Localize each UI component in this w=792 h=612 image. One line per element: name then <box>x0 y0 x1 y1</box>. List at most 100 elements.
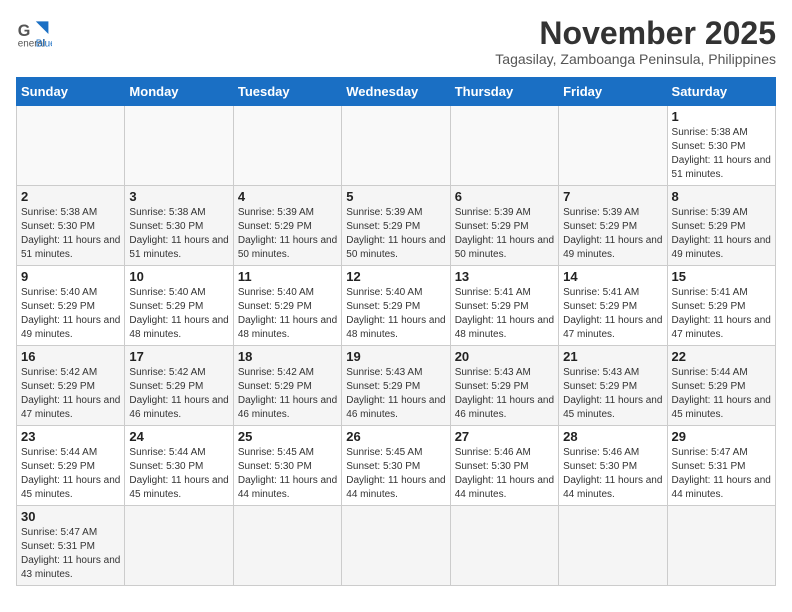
day-cell <box>233 506 341 586</box>
day-cell <box>233 106 341 186</box>
day-cell: 6Sunrise: 5:39 AM Sunset: 5:29 PM Daylig… <box>450 186 558 266</box>
day-info: Sunrise: 5:46 AM Sunset: 5:30 PM Dayligh… <box>455 446 554 502</box>
day-info: Sunrise: 5:43 AM Sunset: 5:29 PM Dayligh… <box>346 366 445 422</box>
header-row: SundayMondayTuesdayWednesdayThursdayFrid… <box>17 78 776 106</box>
day-info: Sunrise: 5:40 AM Sunset: 5:29 PM Dayligh… <box>129 286 228 342</box>
week-row-2: 2 Sunrise: 5:38 AM Sunset: 5:30 PM Daylig… <box>17 186 776 266</box>
day-number: 21 <box>563 349 662 364</box>
day-info: Sunrise: 5:40 AM Sunset: 5:29 PM Dayligh… <box>346 286 445 342</box>
col-header-tuesday: Tuesday <box>233 78 341 106</box>
day-cell <box>342 506 450 586</box>
day-number: 25 <box>238 429 337 444</box>
day-info: Sunrise: 5:42 AM Sunset: 5:29 PM Dayligh… <box>129 366 228 422</box>
day-cell: 2Sunrise: 5:38 AM Sunset: 5:30 PM Daylig… <box>17 186 125 266</box>
day-cell: 9 Sunrise: 5:40 AM Sunset: 5:29 PM Daylig… <box>17 266 125 346</box>
subtitle: Tagasilay, Zamboanga Peninsula, Philippi… <box>495 51 776 67</box>
day-cell: 27 Sunrise: 5:46 AM Sunset: 5:30 PM Dayli… <box>450 426 558 506</box>
day-info: Sunrise: 5:42 AM Sunset: 5:29 PM Dayligh… <box>21 366 120 422</box>
day-number: 4 <box>238 189 337 204</box>
calendar-table: SundayMondayTuesdayWednesdayThursdayFrid… <box>16 77 776 586</box>
day-cell: 28Sunrise: 5:46 AM Sunset: 5:30 PM Dayli… <box>559 426 667 506</box>
day-info: Sunrise: 5:41 AM Sunset: 5:29 PM Dayligh… <box>455 286 554 342</box>
day-info: Sunrise: 5:47 AM Sunset: 5:31 PM Dayligh… <box>672 446 771 502</box>
title-area: November 2025 Tagasilay, Zamboanga Penin… <box>495 16 776 67</box>
day-cell: 13Sunrise: 5:41 AM Sunset: 5:29 PM Dayli… <box>450 266 558 346</box>
day-info: Sunrise: 5:41 AM Sunset: 5:29 PM Dayligh… <box>672 286 771 342</box>
day-cell: 5Sunrise: 5:39 AM Sunset: 5:29 PM Daylig… <box>342 186 450 266</box>
day-cell: 19 Sunrise: 5:43 AM Sunset: 5:29 PM Dayli… <box>342 346 450 426</box>
logo: G eneral Blue <box>16 16 52 52</box>
day-cell <box>667 506 775 586</box>
svg-text:Blue: Blue <box>36 39 52 50</box>
day-cell <box>17 106 125 186</box>
day-number: 2 <box>21 189 120 204</box>
day-info: Sunrise: 5:39 AM Sunset: 5:29 PM Dayligh… <box>563 206 662 262</box>
day-number: 24 <box>129 429 228 444</box>
week-row-6: 30Sunrise: 5:47 AM Sunset: 5:31 PM Dayli… <box>17 506 776 586</box>
day-cell <box>450 506 558 586</box>
day-cell: 20 Sunrise: 5:43 AM Sunset: 5:29 PM Dayli… <box>450 346 558 426</box>
day-number: 16 <box>21 349 120 364</box>
day-info: Sunrise: 5:44 AM Sunset: 5:30 PM Dayligh… <box>129 446 228 502</box>
day-info: Sunrise: 5:46 AM Sunset: 5:30 PM Dayligh… <box>563 446 662 502</box>
day-cell <box>559 506 667 586</box>
day-number: 18 <box>238 349 337 364</box>
day-cell: 17 Sunrise: 5:42 AM Sunset: 5:29 PM Dayli… <box>125 346 233 426</box>
day-cell: 21 Sunrise: 5:43 AM Sunset: 5:29 PM Dayli… <box>559 346 667 426</box>
day-info: Sunrise: 5:38 AM Sunset: 5:30 PM Dayligh… <box>672 126 771 182</box>
day-number: 26 <box>346 429 445 444</box>
day-cell: 1 Sunrise: 5:38 AM Sunset: 5:30 PM Daylig… <box>667 106 775 186</box>
day-cell: 24 Sunrise: 5:44 AM Sunset: 5:30 PM Dayli… <box>125 426 233 506</box>
day-cell: 23Sunrise: 5:44 AM Sunset: 5:29 PM Dayli… <box>17 426 125 506</box>
day-cell: 12 Sunrise: 5:40 AM Sunset: 5:29 PM Dayli… <box>342 266 450 346</box>
day-number: 17 <box>129 349 228 364</box>
day-number: 15 <box>672 269 771 284</box>
day-number: 7 <box>563 189 662 204</box>
col-header-saturday: Saturday <box>667 78 775 106</box>
day-cell <box>125 106 233 186</box>
day-info: Sunrise: 5:41 AM Sunset: 5:29 PM Dayligh… <box>563 286 662 342</box>
week-row-3: 9 Sunrise: 5:40 AM Sunset: 5:29 PM Daylig… <box>17 266 776 346</box>
day-number: 19 <box>346 349 445 364</box>
col-header-monday: Monday <box>125 78 233 106</box>
month-title: November 2025 <box>495 16 776 51</box>
day-cell <box>450 106 558 186</box>
day-info: Sunrise: 5:43 AM Sunset: 5:29 PM Dayligh… <box>455 366 554 422</box>
day-cell <box>342 106 450 186</box>
day-info: Sunrise: 5:40 AM Sunset: 5:29 PM Dayligh… <box>238 286 337 342</box>
day-info: Sunrise: 5:38 AM Sunset: 5:30 PM Dayligh… <box>129 206 228 262</box>
svg-text:G: G <box>18 22 31 40</box>
day-info: Sunrise: 5:42 AM Sunset: 5:29 PM Dayligh… <box>238 366 337 422</box>
day-cell: 7 Sunrise: 5:39 AM Sunset: 5:29 PM Daylig… <box>559 186 667 266</box>
day-cell <box>125 506 233 586</box>
day-number: 29 <box>672 429 771 444</box>
week-row-4: 16 Sunrise: 5:42 AM Sunset: 5:29 PM Dayli… <box>17 346 776 426</box>
col-header-sunday: Sunday <box>17 78 125 106</box>
col-header-thursday: Thursday <box>450 78 558 106</box>
day-number: 12 <box>346 269 445 284</box>
day-info: Sunrise: 5:44 AM Sunset: 5:29 PM Dayligh… <box>21 446 120 502</box>
day-number: 3 <box>129 189 228 204</box>
day-number: 11 <box>238 269 337 284</box>
day-info: Sunrise: 5:39 AM Sunset: 5:29 PM Dayligh… <box>346 206 445 262</box>
day-info: Sunrise: 5:40 AM Sunset: 5:29 PM Dayligh… <box>21 286 120 342</box>
day-number: 20 <box>455 349 554 364</box>
header: G eneral Blue November 2025 Tagasilay, Z… <box>16 16 776 67</box>
day-info: Sunrise: 5:43 AM Sunset: 5:29 PM Dayligh… <box>563 366 662 422</box>
day-number: 10 <box>129 269 228 284</box>
col-header-wednesday: Wednesday <box>342 78 450 106</box>
day-cell: 10 Sunrise: 5:40 AM Sunset: 5:29 PM Dayli… <box>125 266 233 346</box>
day-number: 9 <box>21 269 120 284</box>
day-info: Sunrise: 5:44 AM Sunset: 5:29 PM Dayligh… <box>672 366 771 422</box>
day-number: 1 <box>672 109 771 124</box>
week-row-5: 23Sunrise: 5:44 AM Sunset: 5:29 PM Dayli… <box>17 426 776 506</box>
day-cell: 29 Sunrise: 5:47 AM Sunset: 5:31 PM Dayli… <box>667 426 775 506</box>
day-cell: 14Sunrise: 5:41 AM Sunset: 5:29 PM Dayli… <box>559 266 667 346</box>
day-cell: 25Sunrise: 5:45 AM Sunset: 5:30 PM Dayli… <box>233 426 341 506</box>
week-row-1: 1 Sunrise: 5:38 AM Sunset: 5:30 PM Daylig… <box>17 106 776 186</box>
day-info: Sunrise: 5:47 AM Sunset: 5:31 PM Dayligh… <box>21 526 120 582</box>
day-cell: 26Sunrise: 5:45 AM Sunset: 5:30 PM Dayli… <box>342 426 450 506</box>
day-cell: 30Sunrise: 5:47 AM Sunset: 5:31 PM Dayli… <box>17 506 125 586</box>
day-number: 27 <box>455 429 554 444</box>
day-cell: 18 Sunrise: 5:42 AM Sunset: 5:29 PM Dayli… <box>233 346 341 426</box>
